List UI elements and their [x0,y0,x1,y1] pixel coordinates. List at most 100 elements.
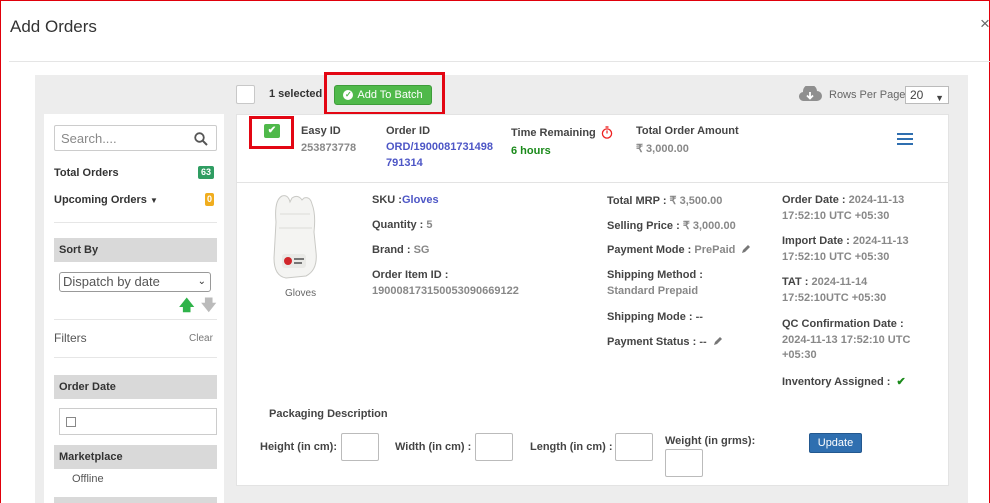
edit-pencil-icon[interactable] [713,336,723,346]
time-remaining-label: Time Remaining [511,127,596,139]
sort-by-header: Sort By [54,238,217,262]
payment-status-label: Payment Status : [607,336,697,348]
rows-per-page-select[interactable]: 20 ▼ [905,86,949,104]
sort-ascending-icon[interactable]: 🡅 [179,295,194,320]
check-icon: ✔ [896,376,906,388]
upcoming-orders-label: Upcoming Orders [54,194,147,206]
length-input[interactable] [615,433,653,461]
cloud-download-icon[interactable] [798,86,822,102]
select-all-checkbox[interactable] [236,85,255,104]
shipping-mode-row: Shipping Mode : -- [607,311,703,323]
order-select-checkbox[interactable]: ✔ [264,124,280,138]
payment-mode-label: Payment Mode : [607,244,692,256]
sort-descending-icon[interactable]: 🡇 [201,295,216,320]
tat-value: 2024-11-14 [811,276,868,288]
total-amount-value: ₹ 3,000.00 [636,143,689,155]
time-remaining-value: 6 hours [511,145,551,157]
total-amount-label: Total Order Amount [636,125,739,137]
qc-confirmation-time: +05:30 [782,349,817,361]
packaging-title: Packaging Description [269,408,388,420]
selling-price-value: ₹ 3,000.00 [682,220,736,232]
quantity-value: 5 [426,219,433,231]
search-input[interactable]: Search.... [54,125,217,151]
header-divider [9,61,990,62]
order-date-input[interactable] [59,408,217,435]
sku-value[interactable]: Gloves [402,194,439,206]
check-circle-icon: ✓ [343,90,354,100]
weight-label: Weight (in grms): [665,435,756,447]
sort-by-value: Dispatch by date [63,274,160,289]
easy-id-label: Easy ID [301,125,341,137]
order-date-header: Order Date [54,375,217,399]
add-to-batch-label: Add To Batch [357,89,423,101]
card-divider [237,182,948,183]
selling-price-label: Selling Price : [607,220,680,232]
upcoming-orders-dropdown[interactable]: Upcoming Orders ▼ [54,194,158,206]
payment-mode-value: PrePaid [694,244,736,256]
inventory-assigned-row: Inventory Assigned : ✔ [782,375,906,388]
calendar-icon [66,417,76,427]
import-date-label: Import Date : [782,235,850,247]
sidebar-divider [54,319,217,320]
height-label: Height (in cm): [260,441,337,453]
edit-pencil-icon[interactable] [741,244,751,254]
quantity-label: Quantity : [372,219,424,231]
length-label: Length (in cm) : [530,441,613,453]
clear-filters-link[interactable]: Clear [189,333,213,344]
sidebar-next-header [54,497,217,503]
order-date-time: 17:52:10 UTC +05:30 [782,210,890,222]
shipping-method-value: Standard Prepaid [607,285,699,297]
order-id-link-cont[interactable]: 791314 [386,157,423,169]
add-to-batch-button[interactable]: ✓ Add To Batch [334,85,432,105]
sidebar-divider [54,357,217,358]
brand-row: Brand : SG [372,244,429,256]
shipping-mode-label: Shipping Mode : [607,311,693,323]
menu-icon[interactable] [897,133,913,146]
order-item-id-value: 1900081731500530906691​22 [372,285,519,297]
filters-label: Filters [54,331,87,345]
total-orders-label[interactable]: Total Orders [54,167,119,179]
tat-label: TAT : [782,276,809,288]
order-id-label: Order ID [386,125,431,137]
order-date-row: Order Date : 2024-11-13 [782,194,904,206]
order-date-value: 2024-11-13 [848,194,905,206]
sort-by-select[interactable]: Dispatch by date ⌄ [59,272,211,292]
tat-row: TAT : 2024-11-14 [782,276,867,288]
import-date-row: Import Date : 2024-11-13 [782,235,909,247]
order-id-link[interactable]: ORD/1900081731498 [386,141,493,153]
product-name: Gloves [285,288,317,299]
close-icon[interactable]: × [980,14,990,34]
search-icon[interactable] [194,132,208,146]
payment-status-value: -- [699,336,707,348]
caret-down-icon: ▼ [149,196,158,205]
sidebar-divider [54,222,217,223]
total-mrp-value: ₹ 3,500.00 [669,195,723,207]
total-orders-badge: 63 [198,166,214,179]
order-item-id-label: Order Item ID : [372,269,449,281]
order-date-label: Order Date : [782,194,846,206]
qc-confirmation-label: QC Confirmation Date : [782,318,904,330]
payment-mode-row: Payment Mode : PrePaid [607,244,751,256]
total-mrp-row: Total MRP : ₹ 3,500.00 [607,194,722,207]
width-input[interactable] [475,433,513,461]
quantity-row: Quantity : 5 [372,219,433,231]
brand-value: SG [413,244,430,256]
import-date-time: 17:52:10 UTC +05:30 [782,251,890,263]
marketplace-header: Marketplace [54,445,217,469]
height-input[interactable] [341,433,379,461]
brand-label: Brand : [372,244,411,256]
payment-status-row: Payment Status : -- [607,336,723,348]
stopwatch-icon [601,126,613,139]
total-mrp-label: Total MRP : [607,195,667,207]
rows-per-page-value: 20 [910,88,924,102]
update-button[interactable]: Update [809,433,862,453]
weight-input[interactable] [665,449,703,477]
inventory-assigned-label: Inventory Assigned : [782,376,891,388]
import-date-value: 2024-11-13 [852,235,909,247]
marketplace-option[interactable]: Offline [72,473,104,485]
glove-product-image [273,195,317,279]
shipping-mode-value: -- [695,311,703,323]
upcoming-orders-badge: 0 [205,193,214,206]
chevron-down-icon: ▼ [935,93,944,103]
sku-label: SKU : [372,194,402,206]
